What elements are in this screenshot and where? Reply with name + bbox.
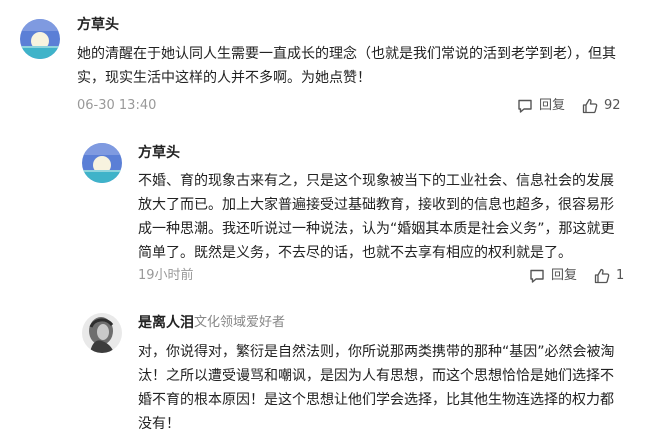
author-badge: 文化领域爱好者: [194, 315, 286, 330]
avatar[interactable]: [82, 313, 122, 353]
author-name[interactable]: 是离人泪: [138, 313, 194, 333]
avatar[interactable]: [20, 19, 60, 59]
comment-time: 19小时前: [138, 268, 194, 283]
like-button[interactable]: 1: [593, 266, 624, 286]
like-count: 1: [616, 268, 625, 283]
author-name[interactable]: 方草头: [138, 143, 180, 163]
comment-bubble-icon: [528, 267, 546, 285]
comment-text: 不婚、育的现象古来有之，只是这个现象被当下的工业社会、信息社会的发展放大了而已。…: [138, 173, 615, 261]
comment-text: 对，你说得对，繁衍是自然法则，你所说那两类携带的那种“基因”必然会被淘汰！之所以…: [138, 344, 615, 432]
thumbs-up-icon: [581, 97, 599, 115]
author-name[interactable]: 方草头: [77, 15, 119, 35]
comment-bubble-icon: [516, 97, 534, 115]
reply-button[interactable]: 回复: [528, 266, 577, 286]
thumbs-up-icon: [593, 267, 611, 285]
like-button[interactable]: 92: [581, 96, 621, 116]
reply-button[interactable]: 回复: [516, 96, 565, 116]
avatar-sunset-image: [82, 143, 122, 183]
reply-label: 回复: [539, 98, 566, 113]
comment-time: 06-30 13:40: [77, 98, 157, 113]
comment-text: 她的清醒在于她认同人生需要一直成长的理念（也就是我们常说的活到老学到老），但其实…: [77, 46, 616, 86]
reply-label: 回复: [551, 268, 578, 283]
avatar[interactable]: [82, 143, 122, 183]
avatar-portrait-image: [82, 313, 122, 353]
avatar-sunset-image: [20, 19, 60, 59]
like-count: 92: [604, 98, 621, 113]
